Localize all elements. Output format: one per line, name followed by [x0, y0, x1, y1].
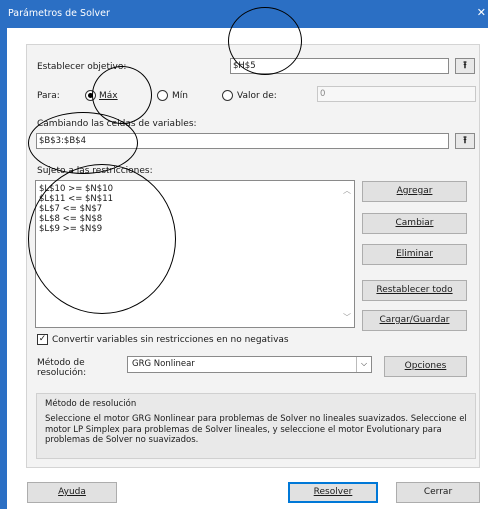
nonnegative-checkbox[interactable]: ✓ [37, 334, 48, 345]
objective-label: Establecer objetivo: [37, 62, 127, 72]
objective-value: $H$5 [233, 61, 256, 71]
method-select[interactable]: GRG Nonlinear ⌵ [127, 356, 372, 373]
variables-value: $B$3:$B$4 [39, 136, 86, 146]
radio-value-of-label[interactable]: Valor de: [237, 91, 277, 101]
radio-min-label[interactable]: Mín [172, 91, 188, 101]
method-description-box: Método de resolución Seleccione el motor… [36, 393, 476, 459]
value-of-input[interactable]: 0 [317, 86, 476, 102]
radio-value-of[interactable] [222, 90, 233, 101]
method-label-line1: Método de [37, 358, 85, 368]
variables-label: Cambiando las celdas de variables: [37, 119, 197, 129]
close-icon[interactable]: ✕ [477, 6, 486, 19]
method-selected-value: GRG Nonlinear [132, 359, 195, 369]
value-of-value: 0 [320, 89, 326, 99]
radio-max[interactable] [85, 90, 96, 101]
arrow-up-icon: ⭱ [463, 60, 467, 71]
window-title: Parámetros de Solver [8, 8, 110, 19]
variables-ref-button[interactable]: ⭱ [455, 133, 475, 149]
list-item[interactable]: $L$9 >= $N$9 [39, 224, 102, 234]
load-save-button[interactable]: Cargar/Guardar [362, 310, 467, 331]
chevron-down-icon[interactable]: ⌵ [356, 357, 371, 372]
radio-min[interactable] [157, 90, 168, 101]
help-button[interactable]: Ayuda [27, 482, 117, 503]
objective-ref-button[interactable]: ⭱ [455, 58, 475, 74]
list-item[interactable]: $L$10 >= $N$10 [39, 184, 113, 194]
method-label-line2: resolución: [37, 368, 87, 378]
options-button[interactable]: Opciones [384, 356, 467, 377]
checkmark-icon: ✓ [38, 334, 47, 344]
add-button[interactable]: Agregar [362, 181, 467, 202]
reset-all-button[interactable]: Restablecer todo [362, 280, 467, 301]
variables-input[interactable]: $B$3:$B$4 [36, 133, 449, 149]
change-button[interactable]: Cambiar [362, 213, 467, 234]
solve-button[interactable]: Resolver [288, 482, 378, 503]
scroll-up-icon[interactable]: ︿ [343, 185, 351, 196]
delete-button[interactable]: Eliminar [362, 244, 467, 265]
title-bar: Parámetros de Solver ✕ [0, 0, 488, 28]
scroll-down-icon[interactable]: ﹀ [343, 312, 351, 323]
arrow-up-icon: ⭱ [463, 135, 467, 146]
constraints-label: Sujeto a las restricciones: [37, 166, 153, 176]
list-item[interactable]: $L$11 <= $N$11 [39, 194, 113, 204]
list-item[interactable]: $L$8 <= $N$8 [39, 214, 102, 224]
method-description-title: Método de resolución [45, 399, 137, 409]
list-item[interactable]: $L$7 <= $N$7 [39, 204, 102, 214]
radio-max-label[interactable]: Máx [99, 91, 118, 101]
nonnegative-label[interactable]: Convertir variables sin restricciones en… [52, 335, 289, 345]
objective-input[interactable]: $H$5 [230, 58, 449, 74]
close-button[interactable]: Cerrar [396, 482, 480, 503]
method-description-text: Seleccione el motor GRG Nonlinear para p… [45, 414, 467, 445]
constraints-list[interactable]: $L$10 >= $N$10 $L$11 <= $N$11 $L$7 <= $N… [35, 180, 355, 328]
window-left-edge [0, 28, 7, 509]
to-label: Para: [37, 91, 60, 101]
